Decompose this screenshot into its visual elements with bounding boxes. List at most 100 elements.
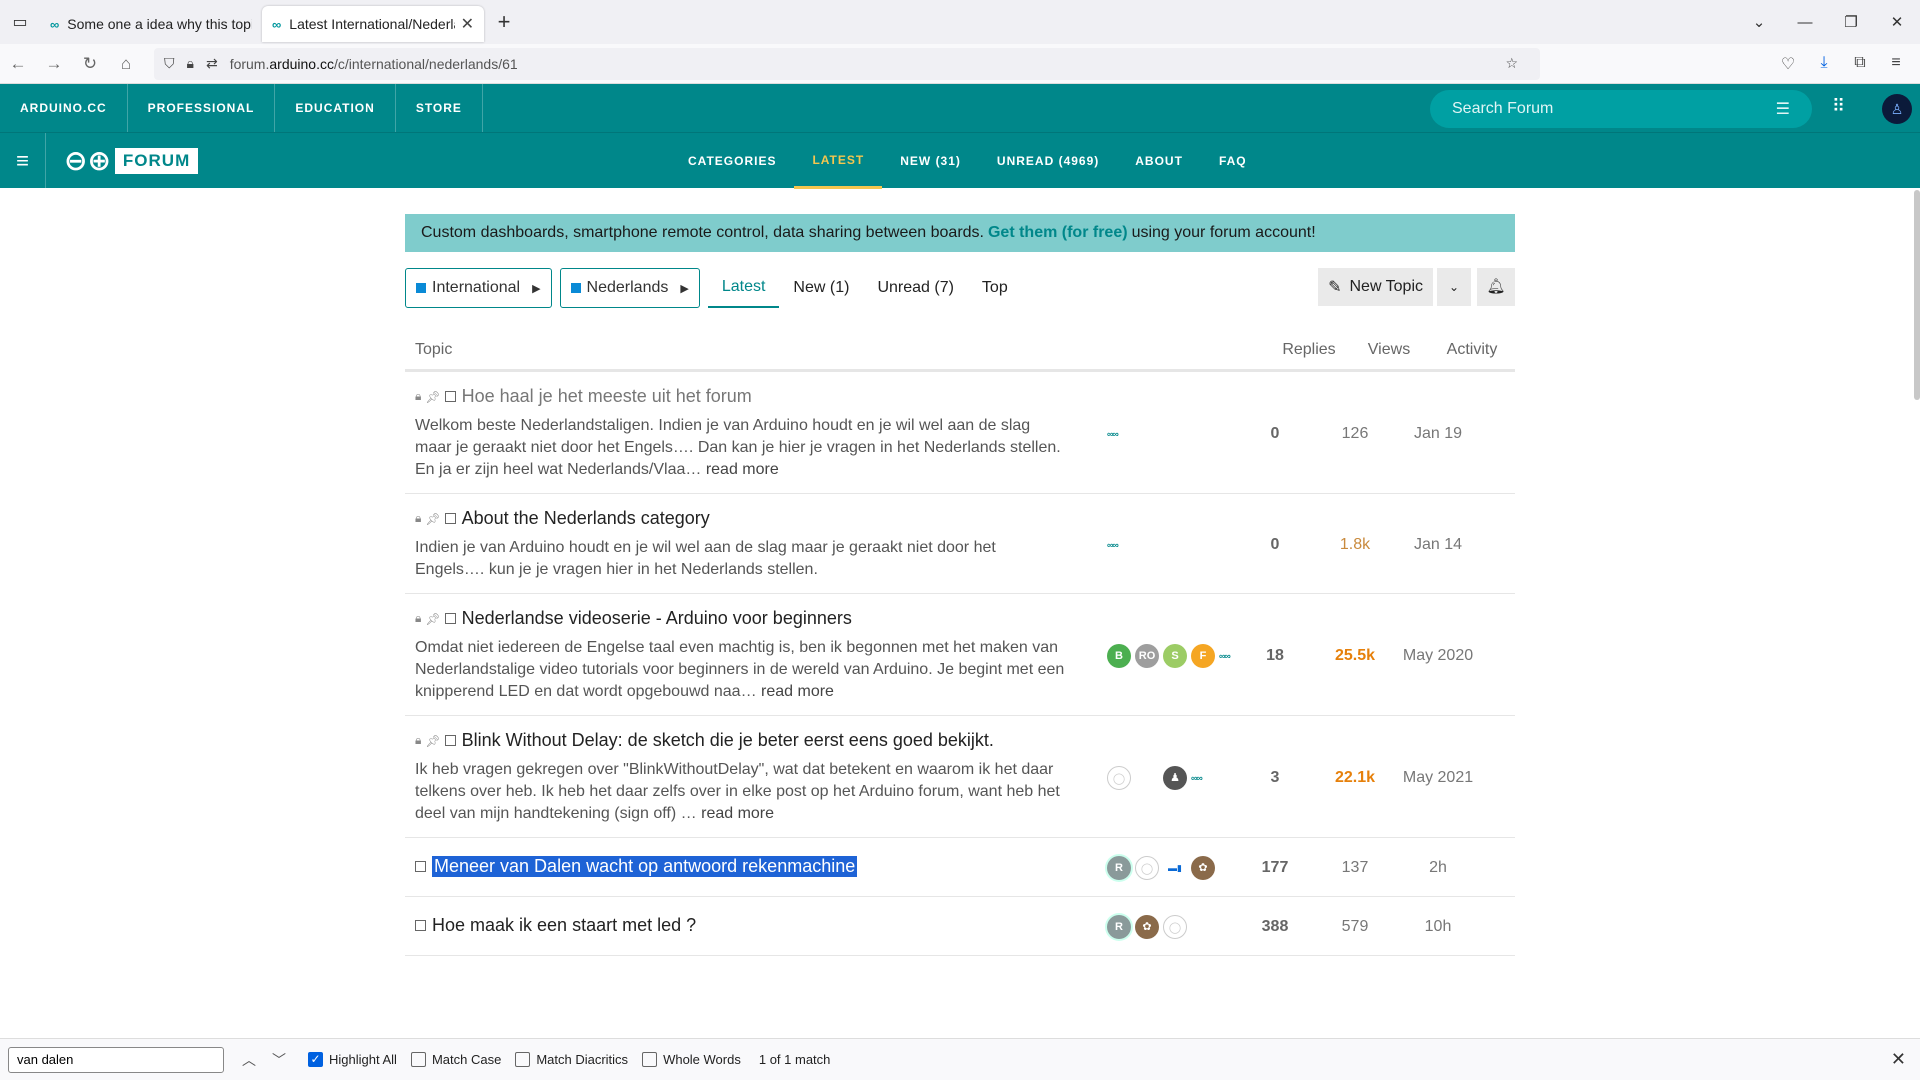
read-more-link[interactable]: read more <box>761 683 834 700</box>
checkbox-icon[interactable] <box>444 513 456 524</box>
shield-icon[interactable]: ⛉ <box>164 55 175 72</box>
tab-unread[interactable]: Unread (7) <box>863 268 967 308</box>
activity-date[interactable]: May 2020 <box>1395 608 1481 703</box>
topic-title[interactable]: About the Nederlands category <box>462 508 710 529</box>
browser-tab-1[interactable]: ∞ Some one a idea why this topic <box>40 6 262 42</box>
avatar[interactable]: RO <box>1135 643 1159 668</box>
default-user-avatar-icon[interactable]: ◯ <box>1163 915 1187 939</box>
permissions-icon[interactable]: ⇄ <box>206 55 218 72</box>
checkbox-icon[interactable] <box>444 613 456 624</box>
menu-icon[interactable]: ≡ <box>1878 54 1914 74</box>
forum-nav-faq[interactable]: FAQ <box>1201 133 1265 189</box>
bookmark-star-icon[interactable]: ☆ <box>1505 55 1518 72</box>
search-options-icon[interactable]: ☰ <box>1776 99 1790 119</box>
avatar[interactable]: F <box>1191 643 1215 668</box>
hamburger-menu-icon[interactable]: ≡ <box>0 132 46 189</box>
checkbox-icon[interactable] <box>444 735 456 746</box>
forward-icon[interactable]: → <box>36 54 72 74</box>
whole-words-checkbox[interactable]: Whole Words <box>642 1052 741 1067</box>
user-avatar[interactable]: ♙ <box>1882 94 1912 124</box>
activity-date[interactable]: Jan 19 <box>1395 386 1481 481</box>
avatar[interactable]: R <box>1107 915 1131 939</box>
forum-nav-categories[interactable]: CATEGORIES <box>670 133 794 189</box>
read-more-link[interactable]: read more <box>701 805 774 822</box>
highlight-all-checkbox[interactable]: ✓ Highlight All <box>308 1052 397 1067</box>
find-next-icon[interactable]: ﹀ <box>264 1050 294 1070</box>
header-replies[interactable]: Replies <box>1269 341 1349 359</box>
activity-date[interactable]: Jan 14 <box>1395 508 1481 581</box>
tab-top[interactable]: Top <box>968 268 1022 308</box>
nav-arduino-cc[interactable]: ARDUINO.CC <box>0 84 128 132</box>
page-scrollbar[interactable] <box>1914 190 1920 400</box>
match-diacritics-checkbox[interactable]: Match Diacritics <box>515 1052 628 1067</box>
tab-latest[interactable]: Latest <box>707 268 780 308</box>
topic-title[interactable]: Hoe maak ik een staart met led ? <box>432 915 696 936</box>
default-user-avatar-icon[interactable]: ◯ <box>1107 765 1131 790</box>
arduino-avatar-icon[interactable]: ∞∞ <box>1107 429 1119 439</box>
forum-nav-about[interactable]: ABOUT <box>1117 133 1201 189</box>
default-user-avatar-icon[interactable]: ◯ <box>1135 856 1159 880</box>
new-tab-icon[interactable]: + <box>484 9 524 35</box>
forum-nav-new[interactable]: NEW (31) <box>882 133 979 189</box>
checkmark-icon: ✓ <box>308 1052 323 1067</box>
tab-new[interactable]: New (1) <box>779 268 863 308</box>
close-find-bar-icon[interactable]: ✕ <box>1891 1049 1906 1070</box>
search-forum-input[interactable]: Search Forum ☰ <box>1430 90 1812 128</box>
header-topic[interactable]: Topic <box>405 341 1269 359</box>
back-icon[interactable]: ← <box>0 54 36 74</box>
topic-dropdown-button[interactable]: ⌄ <box>1437 268 1471 306</box>
topic-title[interactable]: Blink Without Delay: de sketch die je be… <box>462 730 994 751</box>
arduino-avatar-icon[interactable]: ∞∞ <box>1191 773 1203 783</box>
breadcrumb-nederlands[interactable]: Nederlands ▶ <box>559 268 700 308</box>
avatar[interactable]: R <box>1107 856 1131 880</box>
home-icon[interactable]: ⌂ <box>108 54 144 74</box>
activity-date[interactable]: 10h <box>1395 915 1481 939</box>
downloads-icon[interactable]: ⤓ <box>1806 54 1842 74</box>
logo-avatar-icon[interactable]: ▬▮ <box>1163 856 1187 880</box>
header-activity[interactable]: Activity <box>1429 341 1515 359</box>
banner-link[interactable]: Get them (for free) <box>988 224 1128 242</box>
forum-nav-unread[interactable]: UNREAD (4969) <box>979 133 1117 189</box>
checkbox-icon[interactable] <box>415 861 426 872</box>
breadcrumb-international[interactable]: International ▶ <box>405 268 552 308</box>
photo-avatar-icon[interactable]: ♟ <box>1163 765 1187 790</box>
activity-date[interactable]: 2h <box>1395 856 1481 880</box>
minimize-icon[interactable]: — <box>1782 14 1828 31</box>
nav-store[interactable]: STORE <box>396 84 483 132</box>
checkbox-icon[interactable] <box>444 391 456 402</box>
tab-overflow-icon[interactable]: ⌄ <box>1736 13 1782 31</box>
tab-list-icon[interactable]: ▭ <box>0 0 40 44</box>
read-more-link[interactable]: read more <box>706 461 779 478</box>
reload-icon[interactable]: ↻ <box>72 54 108 74</box>
close-window-icon[interactable]: ✕ <box>1874 13 1920 31</box>
find-input[interactable] <box>8 1046 224 1073</box>
forum-logo[interactable]: ⊖⊕ FORUM <box>64 144 199 177</box>
pocket-icon[interactable]: ♡ <box>1770 54 1806 74</box>
photo-avatar-icon[interactable]: ✿ <box>1135 915 1159 939</box>
arduino-avatar-icon[interactable]: ∞∞ <box>1219 651 1231 661</box>
forum-nav-latest[interactable]: LATEST <box>794 133 883 189</box>
arduino-avatar-icon[interactable]: ∞∞ <box>1107 540 1119 550</box>
avatar[interactable]: B <box>1107 643 1131 668</box>
nav-education[interactable]: EDUCATION <box>275 84 396 132</box>
restore-icon[interactable]: ❐ <box>1828 13 1874 31</box>
find-previous-icon[interactable]: ︿ <box>234 1050 264 1070</box>
url-bar[interactable]: ⛉ 🔒︎ ⇄ forum.arduino.cc/c/international/… <box>154 47 1540 80</box>
topic-title-highlighted[interactable]: Meneer van Dalen wacht op antwoord reken… <box>432 856 858 877</box>
browser-tab-2[interactable]: ∞ Latest International/Nederlands ✕ <box>262 6 484 42</box>
new-topic-button[interactable]: ✎ New Topic <box>1318 268 1433 306</box>
header-views[interactable]: Views <box>1349 341 1429 359</box>
match-case-checkbox[interactable]: Match Case <box>410 1052 501 1067</box>
lock-icon[interactable]: 🔒︎ <box>187 55 194 72</box>
notifications-button[interactable]: 🔔︎ <box>1477 268 1515 306</box>
topic-title[interactable]: Nederlandse videoserie - Arduino voor be… <box>462 608 852 629</box>
activity-date[interactable]: May 2021 <box>1395 730 1481 825</box>
apps-grid-icon[interactable]: ⠿ <box>1832 96 1845 117</box>
nav-professional[interactable]: PROFESSIONAL <box>128 84 276 132</box>
close-tab-icon[interactable]: ✕ <box>461 14 474 34</box>
topic-title[interactable]: Hoe haal je het meeste uit het forum <box>462 386 752 407</box>
avatar[interactable]: S <box>1163 643 1187 668</box>
extensions-icon[interactable]: ⧉ <box>1842 54 1878 74</box>
checkbox-icon[interactable] <box>415 920 426 931</box>
photo-avatar-icon[interactable]: ✿ <box>1191 856 1215 880</box>
